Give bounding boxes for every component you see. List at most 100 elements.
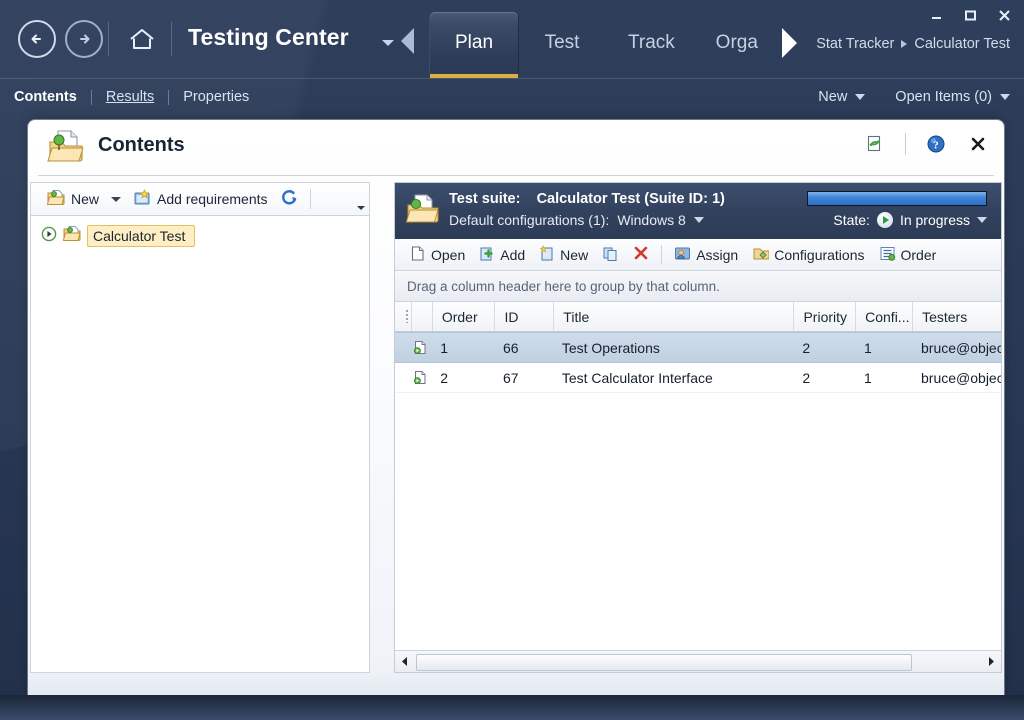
forward-button[interactable] — [65, 20, 103, 58]
copy-button[interactable] — [595, 243, 626, 267]
grid-header-priority[interactable]: Priority — [793, 302, 855, 331]
tree-new-label: New — [71, 191, 100, 207]
caret-down-icon[interactable] — [111, 196, 122, 202]
tree-refresh-button[interactable] — [274, 186, 304, 212]
close-x-icon[interactable] — [966, 132, 990, 156]
caret-down-icon[interactable] — [693, 217, 704, 223]
tab-plan[interactable]: Plan — [430, 12, 518, 78]
caret-down-icon[interactable] — [977, 217, 987, 223]
toolbar-overflow-icon[interactable] — [353, 184, 369, 214]
configurations-icon — [752, 245, 770, 265]
group-by-drop-area[interactable]: Drag a column header here to group by th… — [395, 271, 1001, 302]
configurations-button[interactable]: Configurations — [745, 243, 871, 267]
suite-label: Test suite: — [449, 191, 521, 207]
delete-x-icon — [633, 245, 649, 264]
cell-testers: bruce@objec — [921, 369, 1001, 386]
cell-title: Test Calculator Interface — [561, 369, 713, 386]
test-case-icon — [411, 363, 432, 392]
tree-node-label[interactable]: Calculator Test — [87, 225, 196, 247]
table-row[interactable]: 1 66 Test Operations 2 1 bruce@objec — [395, 332, 1001, 363]
tree-node-calculator-test[interactable]: Calculator Test — [41, 224, 369, 248]
scroll-right-arrow-icon[interactable] — [982, 652, 1001, 671]
nav-divider-1 — [108, 22, 109, 56]
contents-panel: Contents ? New Add requirements Calculat… — [28, 120, 1004, 695]
refresh-page-icon[interactable] — [863, 132, 887, 156]
add-requirements-button[interactable]: Add requirements — [127, 186, 274, 212]
link-properties[interactable]: Properties — [169, 89, 263, 105]
grid-header-configurations[interactable]: Confi... — [855, 302, 912, 331]
order-list-icon — [879, 245, 896, 265]
grid-header-testers[interactable]: Testers — [912, 302, 1001, 331]
open-button[interactable]: Open — [403, 243, 472, 267]
window-controls — [926, 6, 1014, 24]
refresh-arrow-icon — [280, 189, 298, 210]
panel-header: Contents ? — [38, 120, 994, 176]
arrow-right-icon — [80, 34, 90, 44]
table-row[interactable]: 2 67 Test Calculator Interface 2 1 bruce… — [395, 363, 1001, 393]
help-circle-icon[interactable]: ? — [924, 132, 948, 156]
open-items-menu-button[interactable]: Open Items (0) — [895, 89, 1010, 105]
configuration-value[interactable]: Windows 8 — [617, 212, 685, 228]
grid-header-title[interactable]: Title — [553, 302, 793, 331]
scroll-left-arrow-icon[interactable] — [395, 652, 414, 671]
order-button-label: Order — [900, 246, 937, 263]
suite-tree[interactable]: Calculator Test — [30, 216, 370, 673]
suite-folder-icon — [62, 225, 81, 247]
minimize-button[interactable] — [926, 6, 946, 24]
panel-footer — [28, 673, 1004, 695]
back-button[interactable] — [18, 20, 56, 58]
caret-down-icon[interactable] — [382, 40, 394, 46]
contents-folder-icon — [46, 128, 86, 166]
assign-button[interactable]: Assign — [667, 243, 745, 267]
grid-header-id[interactable]: ID — [494, 302, 553, 331]
subbar-actions: New Open Items (0) — [818, 89, 1010, 105]
primary-tabs: Plan Test Track Orga — [430, 12, 759, 78]
breadcrumb-current[interactable]: Calculator Test — [914, 36, 1010, 52]
top-navigation-bar: Testing Center Plan Test Track Orga Stat… — [0, 0, 1024, 78]
scrollbar-track[interactable] — [414, 652, 982, 671]
add-button[interactable]: Add — [472, 243, 532, 267]
arrow-left-icon — [31, 34, 41, 44]
close-button[interactable] — [994, 6, 1014, 24]
view-links: Contents Results Properties — [14, 89, 263, 105]
home-button[interactable] — [126, 24, 158, 54]
cell-id: 67 — [502, 369, 519, 386]
cell-configurations: 1 — [864, 369, 872, 386]
tab-track[interactable]: Track — [606, 12, 697, 74]
scrollbar-thumb[interactable] — [416, 654, 912, 671]
expand-play-icon[interactable] — [41, 226, 57, 247]
open-button-label: Open — [431, 246, 466, 263]
tree-pane: New Add requirements Calculator Test — [30, 182, 370, 673]
window-bottom-strip — [0, 695, 1024, 720]
grid-header-order[interactable]: Order — [431, 302, 495, 331]
grid-grip-icon[interactable] — [395, 302, 411, 331]
link-contents[interactable]: Contents — [14, 89, 91, 105]
tab-test[interactable]: Test — [518, 12, 606, 74]
new-button-label: New — [560, 246, 589, 263]
new-menu-button[interactable]: New — [818, 89, 866, 105]
triangle-left-icon[interactable] — [401, 28, 414, 54]
copy-icon — [602, 245, 619, 265]
pane-splitter[interactable] — [372, 182, 394, 673]
link-results[interactable]: Results — [92, 89, 168, 105]
cell-order: 2 — [440, 369, 449, 386]
add-test-icon — [479, 245, 495, 265]
in-progress-play-icon — [876, 212, 893, 228]
add-requirements-label: Add requirements — [157, 191, 268, 207]
tree-new-button[interactable]: New — [41, 186, 105, 212]
state-value[interactable]: In progress — [900, 212, 970, 228]
grid-toolbar: Open Add New Assign Configurations Order — [395, 239, 1001, 271]
new-test-icon — [539, 244, 555, 265]
maximize-button[interactable] — [960, 6, 980, 24]
new-button[interactable]: New — [532, 243, 595, 267]
tab-organize[interactable]: Orga — [697, 12, 759, 74]
order-button[interactable]: Order — [872, 243, 944, 267]
breadcrumb: Stat Tracker Calculator Test — [816, 36, 1010, 52]
grid-toolbar-divider — [661, 245, 663, 264]
grid-rows: 1 66 Test Operations 2 1 bruce@objec 2 6… — [395, 332, 1001, 653]
grid-horizontal-scrollbar[interactable] — [395, 650, 1001, 672]
triangle-right-icon[interactable] — [782, 28, 797, 58]
breadcrumb-root[interactable]: Stat Tracker — [816, 36, 894, 52]
delete-button[interactable] — [626, 243, 656, 267]
tab-track-label: Track — [628, 32, 675, 53]
